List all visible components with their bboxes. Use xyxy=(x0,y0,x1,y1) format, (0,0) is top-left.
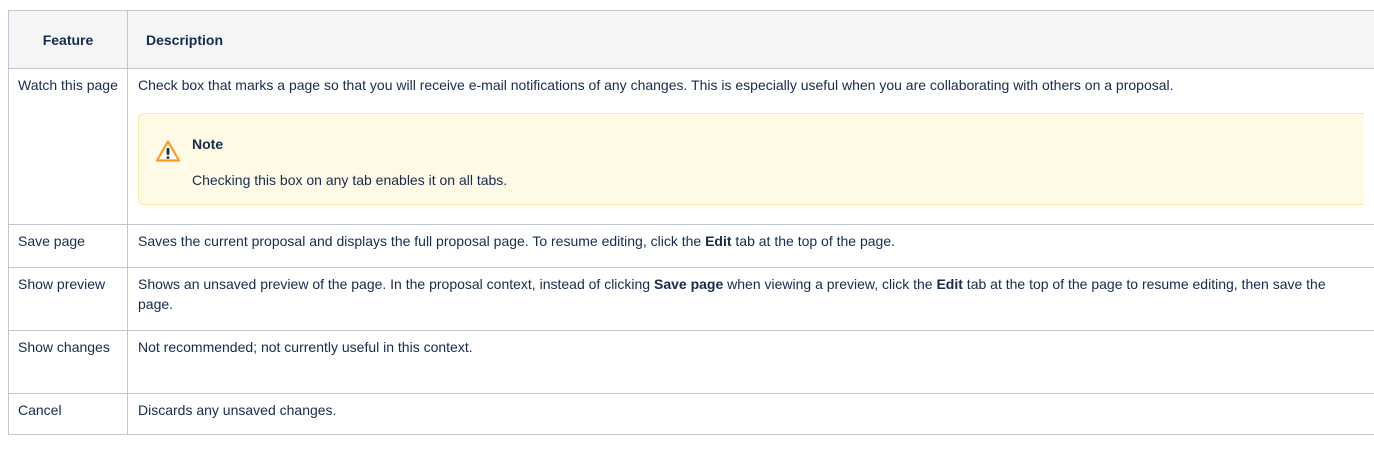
feature-table-container: Feature Description Watch this page Chec… xyxy=(8,10,1374,435)
description-text: Discards any unsaved changes. xyxy=(138,402,337,418)
feature-cell: Watch this page xyxy=(8,68,128,225)
bold-text: Save page xyxy=(653,276,724,292)
text-segment: Saves the current proposal and displays … xyxy=(138,233,706,249)
table-row: Cancel Discards any unsaved changes. xyxy=(8,393,1374,435)
bold-text: Edit xyxy=(705,233,732,249)
feature-cell: Show changes xyxy=(8,330,128,394)
description-cell: Discards any unsaved changes. xyxy=(127,393,1374,435)
feature-cell: Cancel xyxy=(8,393,128,435)
description-text: Check box that marks a page so that you … xyxy=(138,77,1174,93)
header-feature: Feature xyxy=(8,10,128,69)
description-text: Shows an unsaved preview of the page. In… xyxy=(138,274,1364,314)
note-body: Checking this box on any tab enables it … xyxy=(192,172,508,188)
description-text: Not recommended; not currently useful in… xyxy=(138,339,473,355)
table-row: Watch this page Check box that marks a p… xyxy=(8,68,1374,225)
description-cell: Not recommended; not currently useful in… xyxy=(127,330,1374,394)
text-segment: tab at the top of the page. xyxy=(731,233,895,249)
text-segment: when viewing a preview, click the xyxy=(723,276,937,292)
table-header-row: Feature Description xyxy=(8,10,1374,69)
description-cell: Check box that marks a page so that you … xyxy=(127,68,1374,225)
bold-text: Edit xyxy=(936,276,963,292)
feature-cell: Show preview xyxy=(8,267,128,331)
table-row: Show preview Shows an unsaved preview of… xyxy=(8,267,1374,331)
description-cell: Saves the current proposal and displays … xyxy=(127,224,1374,268)
warning-icon xyxy=(155,140,181,162)
note-panel: Note Checking this box on any tab enable… xyxy=(138,113,1364,205)
table-row: Save page Saves the current proposal and… xyxy=(8,224,1374,268)
description-cell: Shows an unsaved preview of the page. In… xyxy=(127,267,1374,331)
description-text: Saves the current proposal and displays … xyxy=(138,231,1364,251)
feature-cell: Save page xyxy=(8,224,128,268)
feature-table: Feature Description Watch this page Chec… xyxy=(8,10,1374,435)
table-row: Show changes Not recommended; not curren… xyxy=(8,330,1374,394)
text-segment: Shows an unsaved preview of the page. In… xyxy=(138,276,654,292)
note-title: Note xyxy=(192,136,224,152)
header-description: Description xyxy=(127,10,1374,69)
